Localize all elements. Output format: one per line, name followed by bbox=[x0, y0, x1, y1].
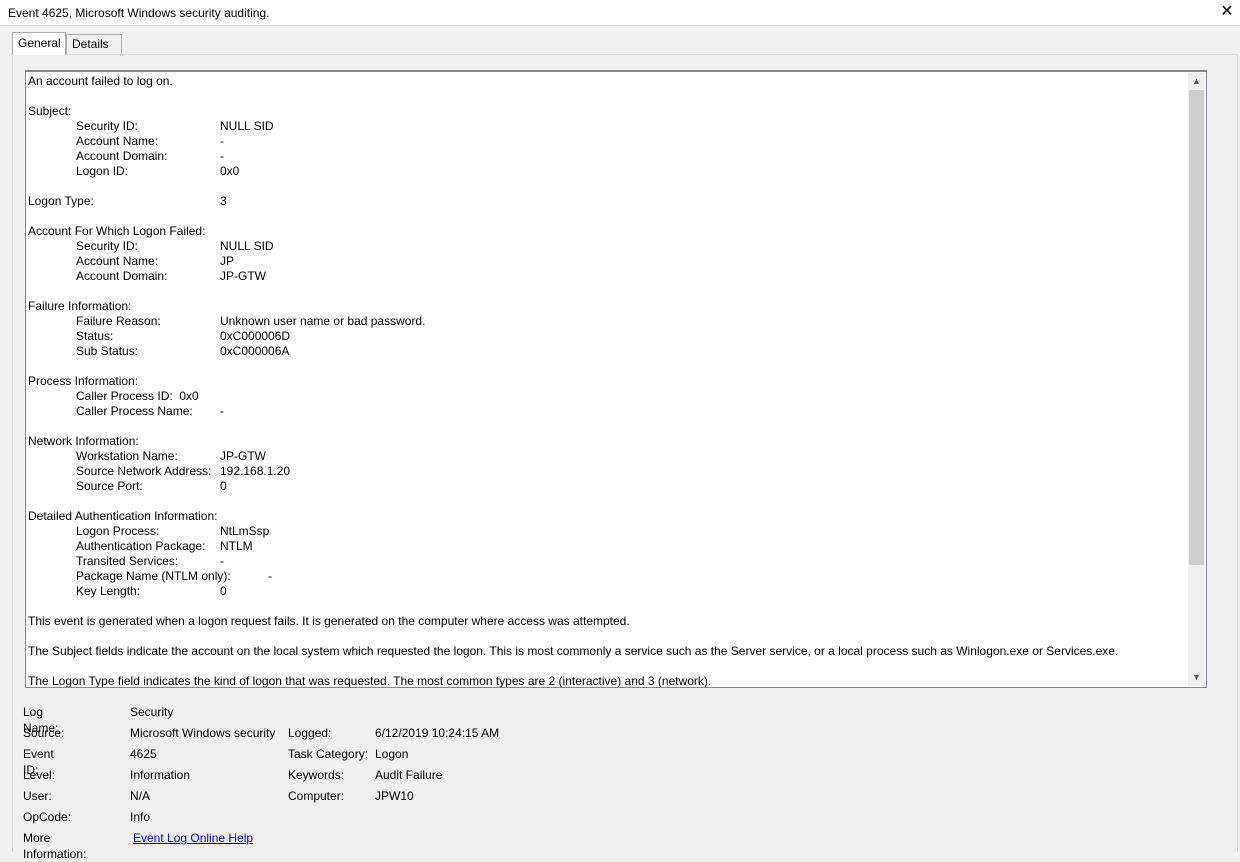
task-category-value[interactable]: Logon bbox=[375, 746, 408, 762]
subject-security-id: NULL SID bbox=[220, 119, 274, 133]
package-name-ntlm: - bbox=[268, 569, 272, 583]
failure-reason: Unknown user name or bad password. bbox=[220, 314, 426, 328]
logged-label: Logged: bbox=[288, 726, 332, 740]
logon-process: NtLmSsp bbox=[220, 524, 270, 538]
task-category-label: Task Category: bbox=[288, 747, 369, 761]
keywords-value[interactable]: Audit Failure bbox=[375, 767, 442, 783]
failure-status: 0xC000006D bbox=[220, 329, 291, 343]
user-value[interactable]: N/A bbox=[130, 788, 150, 804]
event-id-value[interactable]: 4625 bbox=[130, 746, 157, 762]
opcode-value[interactable]: Info bbox=[130, 809, 150, 825]
failed-account-domain: JP-GTW bbox=[220, 269, 266, 283]
scroll-up-icon[interactable]: ▲ bbox=[1188, 73, 1205, 90]
computer-value[interactable]: JPW10 bbox=[375, 788, 414, 804]
opcode-label: OpCode: bbox=[23, 810, 72, 824]
scroll-thumb[interactable] bbox=[1189, 90, 1204, 565]
failure-heading: Failure Information: bbox=[28, 299, 132, 313]
level-label: Level: bbox=[23, 768, 56, 782]
subject-logon-id: 0x0 bbox=[220, 164, 240, 178]
computer-label: Computer: bbox=[288, 789, 345, 803]
failed-account-name: JP bbox=[220, 254, 235, 268]
caller-process-name: - bbox=[220, 404, 224, 418]
workstation-name: JP-GTW bbox=[220, 449, 266, 463]
desc-paragraph-3: The Logon Type field indicates the kind … bbox=[28, 674, 712, 688]
keywords-label: Keywords: bbox=[288, 768, 345, 782]
source-value[interactable]: Microsoft Windows security bbox=[130, 725, 275, 741]
failed-security-id: NULL SID bbox=[220, 239, 274, 253]
event-description-text: An account failed to log on. Subject: Se… bbox=[28, 74, 1186, 688]
title-bar: Event 4625, Microsoft Windows security a… bbox=[0, 0, 1240, 26]
logon-type-label: Logon Type: bbox=[28, 194, 94, 208]
logon-type-value: 3 bbox=[220, 194, 227, 208]
desc-paragraph-2: The Subject fields indicate the account … bbox=[28, 644, 1119, 658]
tab-general[interactable]: General bbox=[12, 32, 66, 55]
more-information-label: More Information: bbox=[23, 831, 87, 861]
process-heading: Process Information: bbox=[28, 374, 139, 388]
source-port: 0 bbox=[220, 479, 227, 493]
scroll-down-icon[interactable]: ▼ bbox=[1188, 669, 1205, 686]
tab-details[interactable]: Details bbox=[66, 34, 122, 54]
event-description-textbox[interactable]: An account failed to log on. Subject: Se… bbox=[25, 70, 1207, 688]
failure-sub-status: 0xC000006A bbox=[220, 344, 290, 358]
subject-heading: Subject: bbox=[28, 104, 72, 118]
logged-value[interactable]: 6/12/2019 10:24:15 AM bbox=[375, 725, 499, 741]
source-label: Source: bbox=[23, 726, 65, 740]
transited-services: - bbox=[220, 554, 224, 568]
event-log-online-help-link[interactable]: Event Log Online Help bbox=[133, 830, 253, 846]
subject-account-domain: - bbox=[220, 149, 224, 163]
caller-process-id: 0x0 bbox=[179, 389, 199, 403]
failed-account-heading: Account For Which Logon Failed: bbox=[28, 224, 206, 238]
subject-account-name: - bbox=[220, 134, 224, 148]
network-heading: Network Information: bbox=[28, 434, 139, 448]
event-properties: Log Name: Security Source: Microsoft Win… bbox=[23, 704, 723, 861]
auth-heading: Detailed Authentication Information: bbox=[28, 509, 218, 523]
desc-paragraph-1: This event is generated when a logon req… bbox=[28, 614, 630, 628]
authentication-package: NTLM bbox=[220, 539, 253, 553]
level-value[interactable]: Information bbox=[130, 767, 190, 783]
desc-line: An account failed to log on. bbox=[28, 74, 173, 88]
window-title: Event 4625, Microsoft Windows security a… bbox=[8, 6, 270, 20]
user-label: User: bbox=[23, 789, 52, 803]
close-icon[interactable]: ✕ bbox=[1218, 2, 1236, 22]
vertical-scrollbar[interactable]: ▲ ▼ bbox=[1188, 73, 1205, 686]
source-network-address: 192.168.1.20 bbox=[220, 464, 291, 478]
log-name-value[interactable]: Security bbox=[130, 704, 173, 720]
key-length: 0 bbox=[220, 584, 227, 598]
